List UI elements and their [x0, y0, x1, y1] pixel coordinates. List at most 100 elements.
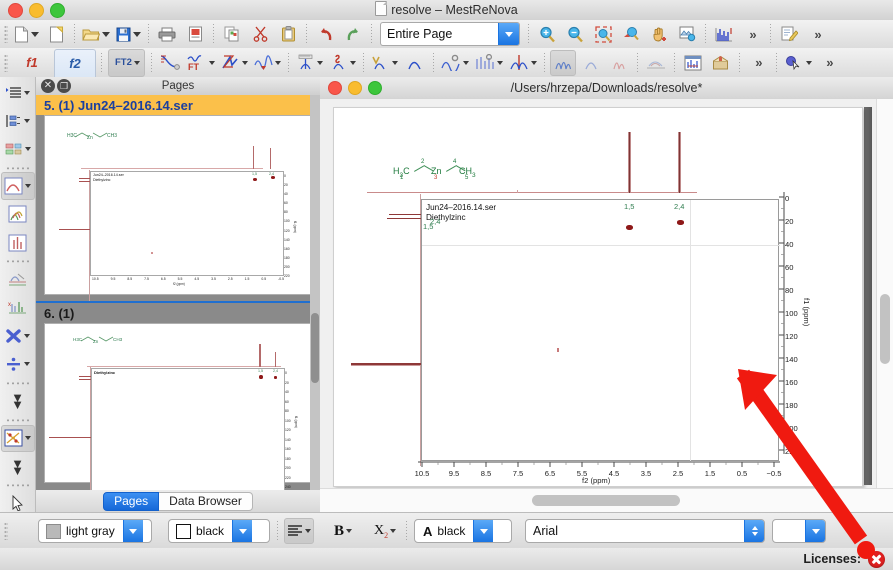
fourier-transform-button[interactable]: FT [185, 50, 217, 76]
more-tools-down-button[interactable]: ▼▼ [1, 388, 35, 415]
close-panel-button[interactable]: ✕ [41, 79, 55, 93]
save-button[interactable] [114, 21, 143, 47]
apodization-button[interactable] [157, 50, 183, 76]
divide-button[interactable] [1, 351, 35, 378]
overflow-processing-button[interactable]: » [745, 50, 771, 76]
chevron-down-icon[interactable] [24, 334, 30, 338]
zoom-level-combobox[interactable]: Entire Page [380, 22, 520, 46]
chevron-down-icon[interactable] [31, 32, 39, 37]
fourier-transform-2d-button[interactable]: FT2 [108, 49, 145, 77]
chevron-down-icon[interactable] [209, 61, 215, 65]
stack-spectra-button[interactable] [550, 50, 576, 76]
chevron-down-icon[interactable] [24, 119, 30, 123]
new-document-button[interactable] [12, 21, 41, 47]
chevron-down-icon[interactable] [123, 520, 143, 542]
prediction-button[interactable] [473, 50, 505, 76]
maximize-spectrum-window-button[interactable] [368, 81, 382, 95]
chevron-down-icon[interactable] [24, 362, 30, 366]
pages-thumbnail-list[interactable]: 5. (1) Jun24–2016.14.ser H3C Zn CH3 [36, 95, 320, 490]
chevron-down-icon[interactable] [133, 32, 141, 37]
print-button[interactable] [154, 21, 180, 47]
spectrum-horizontal-scrollbar[interactable] [320, 488, 893, 512]
subscript-button[interactable]: X2 [370, 518, 400, 544]
undo-button[interactable] [312, 21, 338, 47]
data-table-button[interactable] [680, 50, 706, 76]
spectrum-plot-area[interactable] [421, 199, 779, 461]
font-size-combobox[interactable] [772, 519, 826, 543]
overflow-processing-button-2[interactable]: » [816, 50, 842, 76]
spectrum-canvas[interactable]: H3C Zn CH3 1 2 3 4 5 [320, 99, 893, 489]
zoom-region-button[interactable] [590, 21, 616, 47]
chevron-down-icon[interactable] [102, 32, 110, 37]
page-thumbnail-5-preview[interactable]: H3C Zn CH3 Jun24–2016 [44, 115, 312, 295]
cross-peak-2[interactable] [677, 220, 684, 225]
overflow-main-button-2[interactable]: » [804, 21, 830, 47]
page-thumbnail-5[interactable]: 5. (1) Jun24–2016.14.ser H3C Zn CH3 [36, 95, 320, 295]
baseline-correction-button[interactable] [252, 50, 283, 76]
peak-pick-button[interactable] [402, 50, 428, 76]
chevron-down-icon[interactable] [350, 61, 356, 65]
toolbar-drag-handle[interactable] [4, 25, 8, 43]
chevron-down-icon[interactable] [24, 91, 30, 95]
fit-to-window-button[interactable] [674, 21, 700, 47]
export-pdf-button[interactable] [182, 21, 208, 47]
chevron-down-icon[interactable] [232, 520, 252, 542]
chevron-down-icon[interactable] [134, 61, 140, 65]
reference-calibrate-button[interactable] [294, 50, 325, 76]
new-from-template-button[interactable] [43, 21, 69, 47]
chevron-down-icon[interactable] [473, 520, 493, 542]
spectrum-overlay-button[interactable] [1, 229, 35, 256]
page-sheet[interactable]: H3C Zn CH3 1 2 3 4 5 [333, 107, 863, 487]
pages-scrollbar-thumb[interactable] [311, 313, 319, 383]
spectrum-stack-button[interactable] [1, 201, 35, 228]
multiplet-analysis-button[interactable] [369, 50, 400, 76]
tab-f2[interactable]: f2 [54, 49, 96, 77]
copy-button[interactable] [219, 21, 245, 47]
chevron-down-icon[interactable] [346, 529, 352, 533]
bold-button[interactable]: B [328, 518, 358, 544]
spectrum-vertical-scrollbar-thumb[interactable] [880, 294, 890, 364]
tree-layout-button[interactable] [1, 107, 35, 134]
chevron-down-icon[interactable] [25, 184, 31, 188]
annotation-tool-button[interactable] [776, 21, 802, 47]
spectrum-single-button[interactable] [1, 172, 35, 199]
pan-button[interactable] [646, 21, 672, 47]
chevron-down-icon[interactable] [805, 520, 825, 542]
tab-data-browser[interactable]: Data Browser [159, 492, 253, 511]
chevron-down-icon[interactable] [531, 61, 537, 65]
chevron-down-icon[interactable] [463, 61, 469, 65]
single-peak-red-button[interactable] [606, 50, 632, 76]
chevron-down-icon[interactable] [305, 529, 311, 533]
text-align-button[interactable] [284, 518, 314, 544]
redo-button[interactable] [340, 21, 366, 47]
zoom-out-button[interactable] [562, 21, 588, 47]
spectra-add-button[interactable] [1, 266, 35, 293]
line-color-picker[interactable]: black [168, 519, 270, 543]
tab-pages[interactable]: Pages [103, 492, 159, 511]
open-file-button[interactable] [80, 21, 112, 47]
auto-process-button[interactable] [439, 50, 471, 76]
float-panel-button[interactable]: ❐ [57, 79, 71, 93]
chevron-down-icon[interactable] [497, 61, 503, 65]
page-thumbnail-6-preview[interactable]: H3C Zn CH3 Diethylzinc 1,5 2,4 [44, 323, 312, 483]
integration-button[interactable] [327, 50, 358, 76]
chevron-down-icon[interactable] [498, 23, 519, 45]
font-family-stepper[interactable] [744, 520, 764, 542]
page-thumbnail-6[interactable]: 6. (1) H3C Zn CH3 [36, 303, 320, 483]
chevron-down-icon[interactable] [392, 61, 398, 65]
font-family-combobox[interactable]: Arial [525, 519, 765, 543]
chevron-down-icon[interactable] [317, 61, 323, 65]
phase-correction-button[interactable] [219, 50, 250, 76]
contour-levels-button[interactable] [643, 50, 669, 76]
chevron-down-icon[interactable] [25, 147, 31, 151]
export-archive-button[interactable] [708, 50, 734, 76]
chevron-down-icon[interactable] [25, 436, 31, 440]
minimize-spectrum-window-button[interactable] [348, 81, 362, 95]
fill-color-picker[interactable]: light gray [38, 519, 152, 543]
more-tools-down-button-2[interactable]: ▼▼ [1, 453, 35, 480]
cut-button[interactable] [247, 21, 273, 47]
selection-tool-button[interactable] [782, 50, 814, 76]
peak-tool-button[interactable] [711, 21, 737, 47]
chevron-down-icon[interactable] [242, 61, 248, 65]
paste-button[interactable] [275, 21, 301, 47]
